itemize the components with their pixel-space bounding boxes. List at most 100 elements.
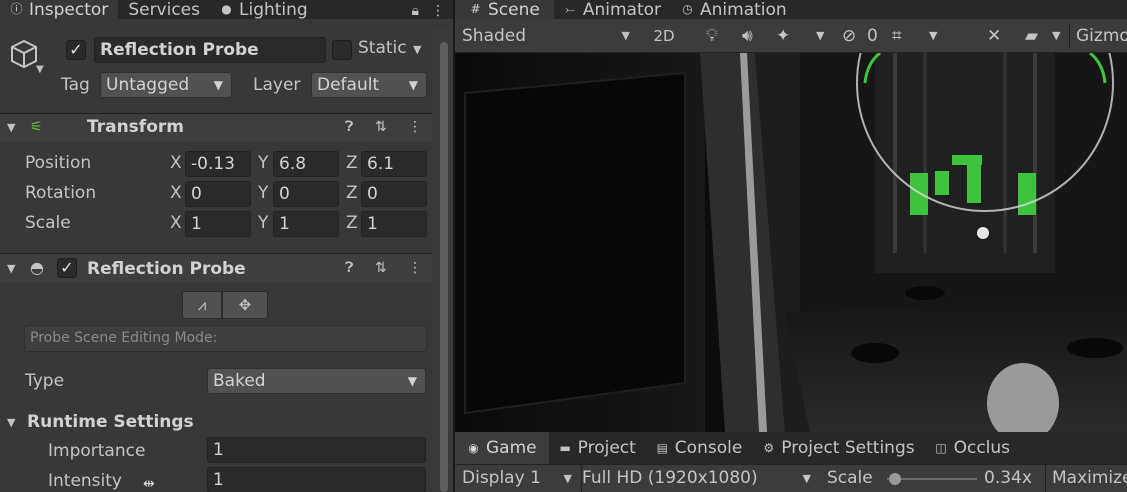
layer-label: Layer (253, 75, 301, 95)
resolution-dropdown[interactable]: Full HD (1920x1080) ▼ (581, 465, 811, 492)
axis-x-label[interactable]: X (170, 153, 182, 173)
layer-dropdown[interactable]: Default ▼ (311, 72, 427, 98)
position-y-field[interactable]: 6.8 (273, 151, 339, 177)
tab-project-settings[interactable]: ⚙ Project Settings (752, 432, 924, 464)
tab-inspector[interactable]: ⓘ Inspector (0, 0, 119, 20)
maximize-button[interactable]: Maximize (1045, 465, 1127, 492)
grid-snap-icon[interactable]: ⌗ (892, 23, 902, 49)
hidden-count: 0 (867, 26, 878, 46)
tab-label: Inspector (29, 0, 109, 20)
foldout-arrow-icon[interactable]: ▼ (7, 121, 15, 134)
layer-value: Default (317, 75, 380, 95)
lightbulb-icon: ● (221, 2, 232, 16)
importance-field[interactable]: 1 (207, 437, 426, 463)
tab-services[interactable]: Services (118, 0, 210, 20)
display-dropdown[interactable]: Display 1 ▼ (462, 465, 572, 492)
scale-x-field[interactable]: 1 (185, 211, 251, 237)
edit-bounds-button[interactable]: ⩘ (182, 291, 222, 319)
tab-label: Game (486, 438, 537, 458)
axis-z-label[interactable]: Z (346, 213, 358, 233)
more-menu-icon[interactable]: ⋮ (408, 260, 422, 276)
axis-z-label[interactable]: Z (346, 153, 358, 173)
intensity-field[interactable]: 1 (207, 467, 426, 492)
axis-y-label[interactable]: Y (258, 183, 268, 203)
folder-icon: ▬ (559, 440, 571, 455)
scale-y-field[interactable]: 1 (273, 211, 339, 237)
axis-z-label[interactable]: Z (346, 183, 358, 203)
tab-lighting[interactable]: ● Lighting (210, 0, 318, 20)
toggle-2d-button[interactable]: 2D (646, 23, 682, 49)
scale-z-field[interactable]: 1 (361, 211, 427, 237)
hidden-objects-icon[interactable]: ⊘ (842, 23, 856, 49)
chevron-down-icon: ▼ (407, 374, 417, 388)
tab-occlusion[interactable]: ◫ Occlus (925, 432, 1020, 464)
chevron-down-icon[interactable]: ▼ (36, 64, 44, 75)
tab-animator[interactable]: ⤚ Animator (554, 0, 671, 20)
gizmos-button[interactable]: Gizmo (1069, 23, 1127, 49)
presets-icon[interactable]: ⇅ (375, 260, 387, 276)
effects-toggle-icon[interactable]: ✦ (776, 23, 790, 49)
scene-tabbar: # Scene ⤚ Animator ◷ Animation (455, 0, 1127, 20)
chevron-down-icon[interactable]: ▼ (1052, 23, 1060, 49)
scale-label: Scale (25, 213, 71, 233)
scene-viewport[interactable] (455, 0, 1127, 432)
scale-slider-thumb[interactable] (889, 473, 901, 485)
axis-y-label[interactable]: Y (258, 153, 268, 173)
tag-dropdown[interactable]: Untagged ▼ (100, 72, 232, 98)
tab-scene[interactable]: # Scene (455, 0, 554, 20)
presets-icon[interactable]: ⇅ (375, 119, 387, 135)
camera-icon[interactable]: ▰ (1025, 23, 1038, 49)
active-checkbox[interactable]: ✓ (66, 40, 86, 60)
static-dropdown-icon[interactable]: ▼ (413, 43, 421, 56)
lighting-toggle-icon[interactable]: 💡︎ (706, 23, 718, 49)
edit-origin-button[interactable]: ✥ (222, 291, 268, 319)
shading-mode-dropdown[interactable]: Shaded ▼ (462, 23, 634, 49)
chevron-down-icon: ▼ (621, 29, 630, 42)
rotation-y-field[interactable]: 0 (273, 181, 339, 207)
gear-icon: ⚙ (763, 440, 775, 455)
game-toolbar: Display 1 ▼ Full HD (1920x1080) ▼ Scale … (455, 464, 1127, 492)
position-z-field[interactable]: 6.1 (361, 151, 427, 177)
more-menu-icon[interactable]: ⋮ (431, 3, 445, 19)
axis-x-label[interactable]: X (170, 213, 182, 233)
shading-mode-value: Shaded (462, 26, 527, 46)
static-label[interactable]: Static (358, 38, 407, 58)
help-icon[interactable]: ❓︎ (345, 260, 353, 276)
axis-x-label[interactable]: X (170, 183, 182, 203)
chevron-down-icon: ▼ (802, 472, 811, 485)
inspector-scrollbar[interactable] (432, 28, 455, 492)
foldout-arrow-icon[interactable]: ▼ (7, 262, 15, 275)
tab-project[interactable]: ▬ Project (549, 432, 646, 464)
importance-label: Importance (48, 441, 146, 461)
rotation-z-field[interactable]: 0 (361, 181, 427, 207)
type-dropdown[interactable]: Baked ▼ (207, 368, 426, 394)
tag-label: Tag (61, 75, 90, 95)
help-icon[interactable]: ❓︎ (345, 119, 353, 135)
inspector-tabbar: ⓘ Inspector Services ● Lighting 🔒︎ ⋮ (0, 0, 455, 20)
runtime-settings-label[interactable]: Runtime Settings (27, 412, 194, 432)
tab-animation[interactable]: ◷ Animation (671, 0, 797, 20)
chevron-down-icon[interactable]: ▼ (929, 23, 937, 49)
rotation-row: Rotation X 0 Y 0 Z 0 (0, 180, 432, 208)
tab-console[interactable]: ▤ Console (646, 432, 753, 464)
more-menu-icon[interactable]: ⋮ (408, 119, 422, 135)
component-enabled-checkbox[interactable]: ✓ (57, 258, 77, 278)
rotation-x-field[interactable]: 0 (185, 181, 251, 207)
resolution-value: Full HD (1920x1080) (582, 468, 758, 488)
reflection-probe-header[interactable]: ▼ ◓ ✓ Reflection Probe ❓︎ ⇅ ⋮ (0, 253, 432, 283)
chevron-down-icon[interactable]: ▼ (816, 23, 824, 49)
audio-toggle-icon[interactable]: 🔊︎ (742, 23, 753, 49)
object-name-field[interactable]: Reflection Probe (94, 37, 326, 63)
static-checkbox[interactable] (332, 40, 352, 60)
tab-game[interactable]: ◉ Game (455, 432, 549, 464)
scrollbar-thumb[interactable] (440, 42, 448, 492)
tag-value: Untagged (106, 75, 190, 95)
console-icon: ▤ (656, 440, 668, 455)
position-x-field[interactable]: -0.13 (185, 151, 251, 177)
lock-icon[interactable]: 🔒︎ (412, 3, 419, 19)
axis-y-label[interactable]: Y (258, 213, 268, 233)
foldout-arrow-icon[interactable]: ▼ (7, 416, 15, 429)
transform-header[interactable]: ▼ ⚟ Transform ❓︎ ⇅ ⋮ (0, 113, 432, 141)
tools-icon[interactable]: ✕ (987, 23, 1001, 49)
scale-value: 0.34x (984, 468, 1032, 488)
